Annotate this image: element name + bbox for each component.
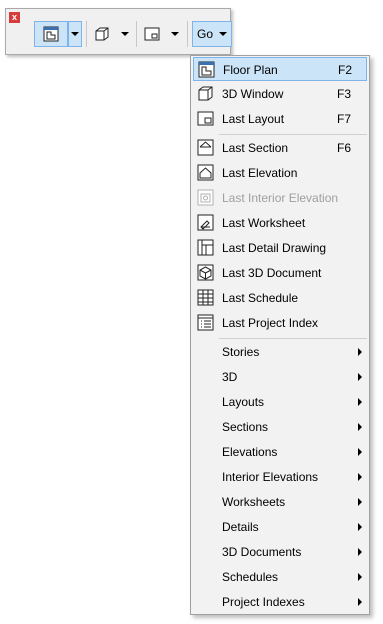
worksheet-icon — [197, 214, 214, 231]
menu-item-last-worksheet[interactable]: Last Worksheet — [193, 211, 367, 235]
menu-item-label: Floor Plan — [223, 63, 278, 77]
menu-item-label: Elevations — [222, 445, 278, 459]
shortcut-label: F6 — [337, 141, 352, 155]
menu-item-stories[interactable]: Stories — [193, 340, 367, 364]
menu-item-3d-window[interactable]: 3D Window F3 — [193, 82, 367, 106]
menu-item-details[interactable]: Details — [193, 515, 367, 539]
layout-icon — [144, 27, 160, 41]
menu-item-last-project-index[interactable]: Last Project Index — [193, 311, 367, 335]
elevation-icon — [197, 164, 214, 181]
menu-item-last-layout[interactable]: Last Layout F7 — [193, 107, 367, 131]
menu-item-label: Last Worksheet — [222, 216, 306, 230]
chevron-right-icon — [358, 373, 362, 381]
interior-elevation-icon — [197, 189, 214, 206]
menu-item-label: 3D Documents — [222, 545, 302, 559]
chevron-right-icon — [358, 598, 362, 606]
menu-item-label: Schedules — [222, 570, 279, 584]
3d-window-icon — [95, 27, 109, 41]
menu-item-label: Last 3D Document — [222, 266, 322, 280]
3d-document-icon — [197, 264, 214, 281]
menu-item-last-schedule[interactable]: Last Schedule — [193, 286, 367, 310]
layout-dropdown[interactable] — [168, 21, 182, 47]
3d-window-dropdown[interactable] — [118, 21, 132, 47]
menu-item-label: Last Project Index — [222, 316, 319, 330]
go-menu: Floor Plan F2 3D Window F3 Last Layout F… — [190, 55, 370, 615]
menu-item-label: Details — [222, 520, 259, 534]
menu-item-last-section[interactable]: Last Section F6 — [193, 136, 367, 160]
close-icon[interactable]: x — [9, 12, 20, 23]
chevron-right-icon — [358, 398, 362, 406]
menu-item-layouts[interactable]: Layouts — [193, 390, 367, 414]
3d-window-button[interactable] — [88, 21, 116, 47]
detail-drawing-icon — [197, 239, 214, 256]
menu-item-last-detail-drawing[interactable]: Last Detail Drawing — [193, 236, 367, 260]
go-menu-button[interactable]: Go — [192, 21, 232, 47]
menu-item-3d-documents[interactable]: 3D Documents — [193, 540, 367, 564]
menu-item-label: Sections — [222, 420, 269, 434]
floor-plan-dropdown[interactable] — [68, 21, 82, 47]
menu-item-worksheets[interactable]: Worksheets — [193, 490, 367, 514]
3d-window-icon — [198, 86, 213, 101]
menu-item-label: 3D Window — [222, 87, 284, 101]
chevron-down-icon — [219, 32, 227, 36]
menu-item-label: Last Schedule — [222, 291, 299, 305]
divider — [136, 21, 137, 47]
menu-item-label: 3D — [222, 370, 238, 384]
go-label: Go — [197, 27, 214, 41]
menu-item-interior-elevations[interactable]: Interior Elevations — [193, 465, 367, 489]
chevron-right-icon — [358, 573, 362, 581]
project-index-icon — [197, 314, 214, 331]
menu-item-elevations[interactable]: Elevations — [193, 440, 367, 464]
chevron-right-icon — [358, 423, 362, 431]
menu-item-floor-plan[interactable]: Floor Plan F2 — [193, 57, 367, 81]
menu-item-label: Last Layout — [222, 112, 285, 126]
chevron-right-icon — [358, 498, 362, 506]
menu-item-3d[interactable]: 3D — [193, 365, 367, 389]
menu-item-label: Last Section — [222, 141, 289, 155]
chevron-down-icon — [121, 32, 129, 36]
chevron-right-icon — [358, 548, 362, 556]
menu-separator — [219, 338, 367, 339]
chevron-right-icon — [358, 523, 362, 531]
chevron-down-icon — [71, 32, 79, 36]
menu-item-label: Last Interior Elevation — [222, 191, 339, 205]
chevron-down-icon — [171, 32, 179, 36]
floor-plan-icon — [198, 61, 215, 78]
menu-item-label: Last Detail Drawing — [222, 241, 327, 255]
menu-item-last-3d-document[interactable]: Last 3D Document — [193, 261, 367, 285]
layout-button[interactable] — [138, 21, 166, 47]
chevron-right-icon — [358, 473, 362, 481]
menu-item-label: Worksheets — [222, 495, 286, 509]
divider — [187, 21, 188, 47]
menu-item-label: Last Elevation — [222, 166, 298, 180]
shortcut-label: F7 — [337, 112, 352, 126]
section-icon — [197, 139, 214, 156]
menu-item-last-interior-elevation[interactable]: Last Interior Elevation — [193, 186, 367, 210]
menu-separator — [219, 134, 367, 135]
menu-item-last-elevation[interactable]: Last Elevation — [193, 161, 367, 185]
menu-item-project-indexes[interactable]: Project Indexes — [193, 590, 367, 614]
schedule-icon — [197, 289, 214, 306]
shortcut-label: F2 — [338, 63, 353, 77]
menu-item-label: Stories — [222, 345, 260, 359]
chevron-right-icon — [358, 448, 362, 456]
menu-item-schedules[interactable]: Schedules — [193, 565, 367, 589]
navigation-palette: x Go — [5, 8, 232, 55]
layout-icon — [197, 111, 214, 126]
shortcut-label: F3 — [337, 87, 352, 101]
menu-item-label: Project Indexes — [222, 595, 305, 609]
menu-item-label: Layouts — [222, 395, 265, 409]
menu-item-label: Interior Elevations — [222, 470, 319, 484]
floor-plan-icon — [43, 26, 59, 42]
floor-plan-button[interactable] — [34, 21, 68, 47]
chevron-right-icon — [358, 348, 362, 356]
menu-item-sections[interactable]: Sections — [193, 415, 367, 439]
divider — [86, 21, 87, 47]
